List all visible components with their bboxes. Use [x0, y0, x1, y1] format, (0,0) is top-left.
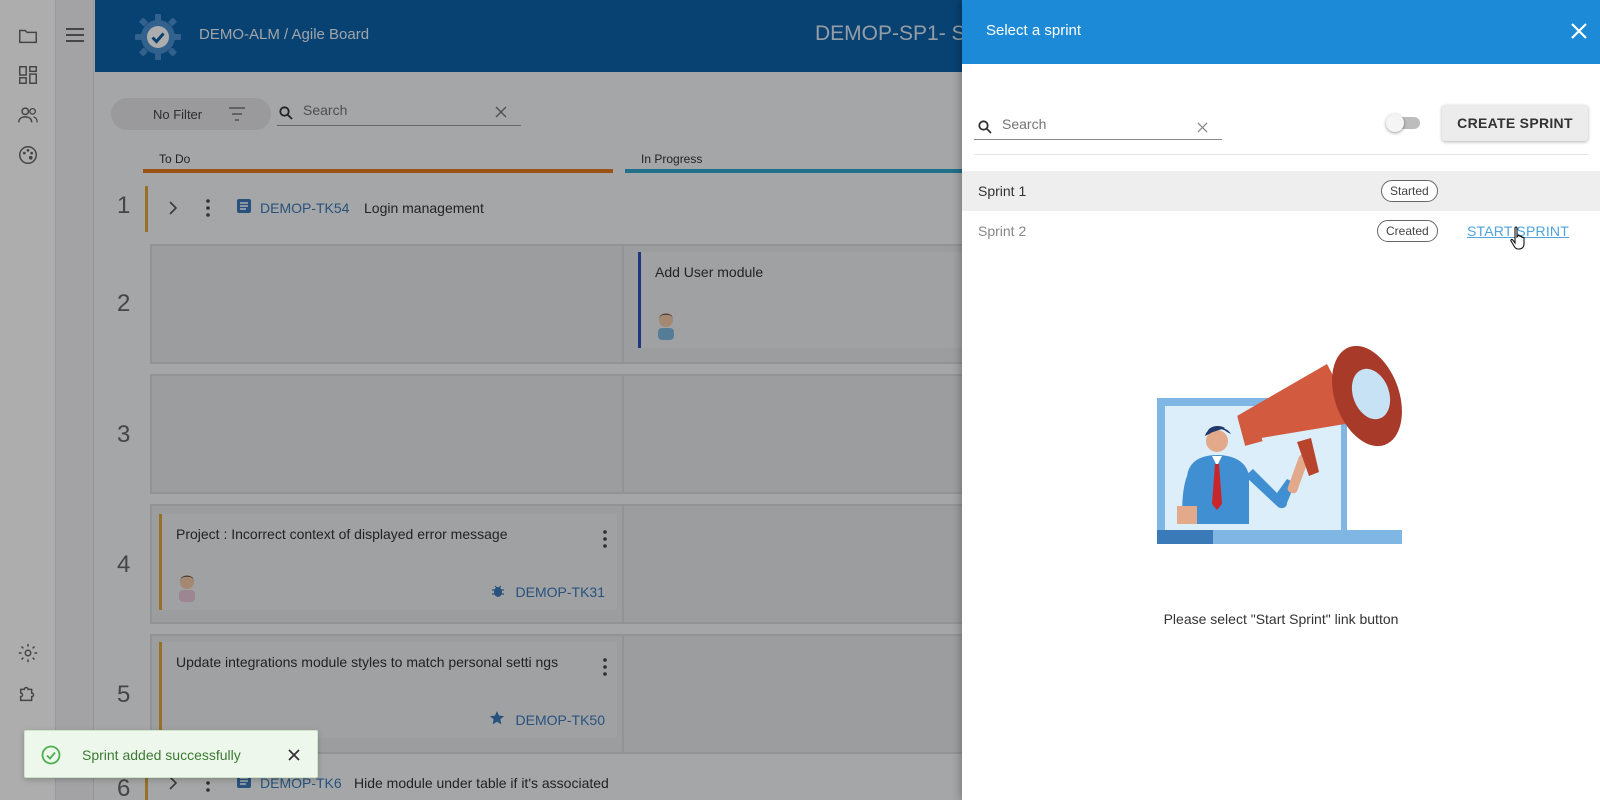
modal-backdrop[interactable]: [0, 0, 962, 800]
sprint-row[interactable]: Sprint 1 Started: [962, 171, 1600, 211]
close-icon[interactable]: [287, 748, 301, 762]
check-circle-icon: [41, 745, 61, 765]
create-sprint-button[interactable]: CREATE SPRINT: [1442, 105, 1588, 141]
empty-state-hint: Please select "Start Sprint" link button: [1163, 611, 1399, 627]
close-icon[interactable]: [1570, 22, 1588, 40]
sprint-name: Sprint 2: [978, 223, 1027, 239]
select-sprint-drawer: Select a sprint CREATE SPRINT Sprint 1 S…: [962, 0, 1600, 800]
clear-search-icon[interactable]: [1197, 122, 1208, 133]
drawer-header: Select a sprint: [962, 0, 1600, 64]
status-badge: Created: [1377, 220, 1438, 242]
sprint-row[interactable]: Sprint 2 Created START SPRINT: [962, 211, 1600, 251]
drawer-title: Select a sprint: [986, 22, 1082, 39]
sprint-search: [974, 112, 1222, 140]
sprint-name: Sprint 1: [978, 183, 1027, 199]
hand-cursor-icon: [1510, 226, 1525, 250]
megaphone-illustration: [1157, 346, 1402, 544]
toggle-knob: [1386, 114, 1404, 132]
success-toast: Sprint added successfully: [24, 730, 318, 778]
search-icon: [978, 120, 992, 134]
toast-message: Sprint added successfully: [82, 747, 241, 763]
show-closed-toggle[interactable]: [1386, 114, 1422, 132]
sprint-search-input[interactable]: [1002, 116, 1182, 132]
status-badge: Started: [1381, 180, 1438, 202]
divider: [974, 154, 1588, 155]
